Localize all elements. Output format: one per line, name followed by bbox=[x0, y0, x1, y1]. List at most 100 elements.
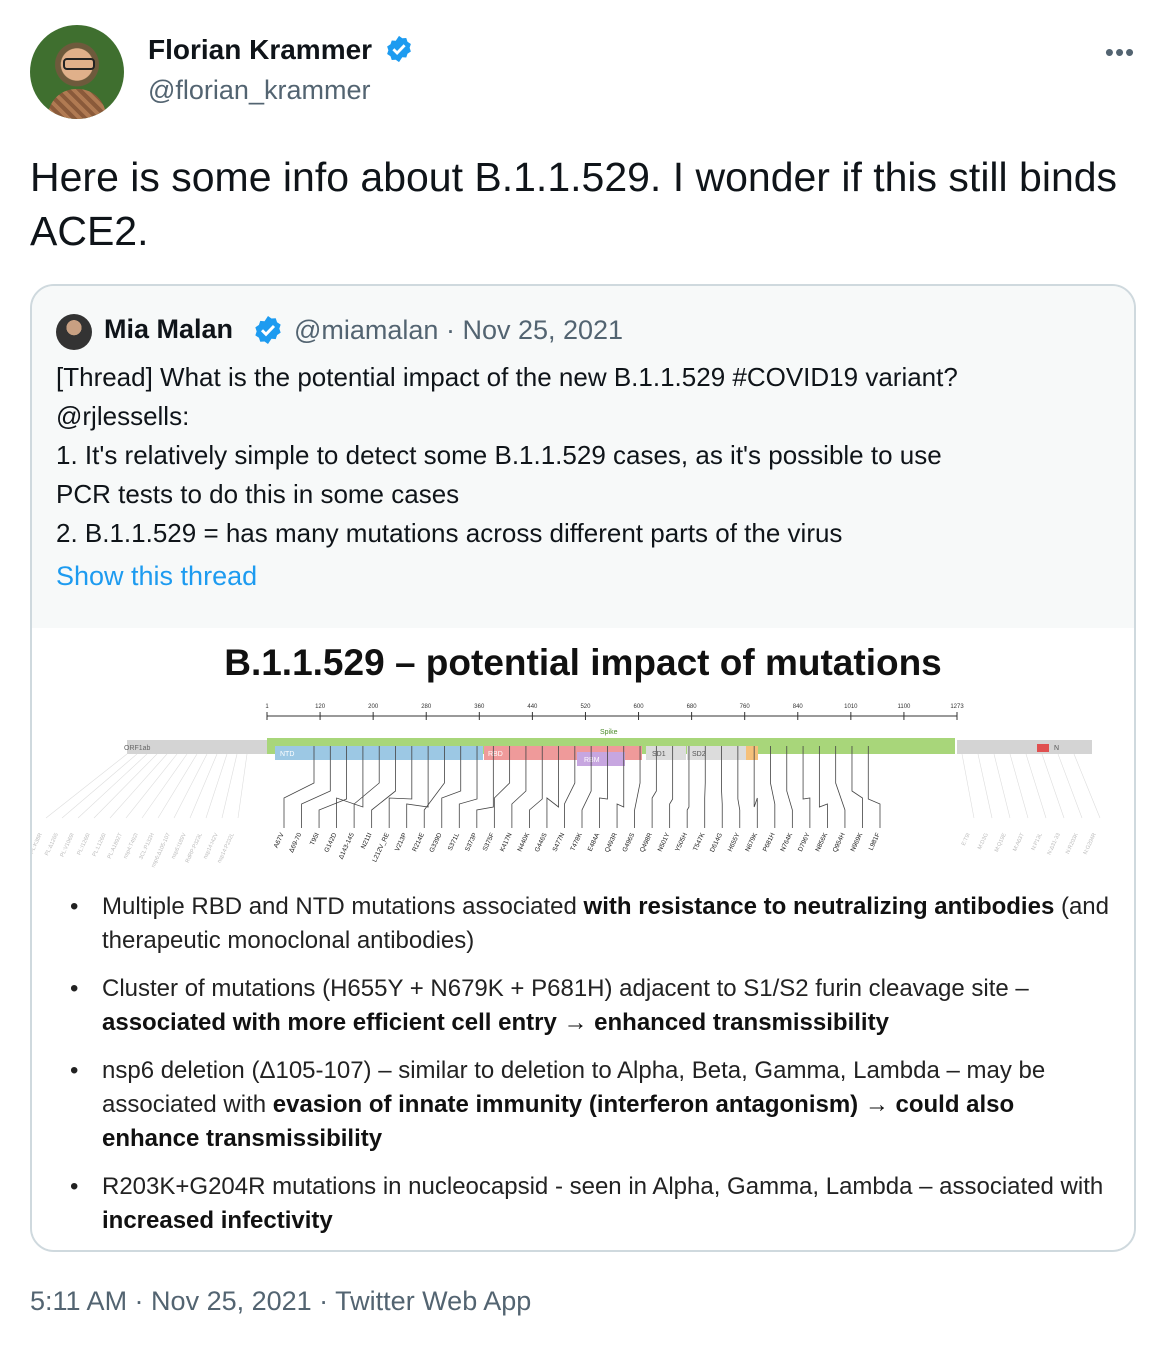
mutation-connector bbox=[867, 746, 881, 828]
avatar-glasses bbox=[63, 58, 95, 70]
mutation-connector bbox=[125, 753, 178, 819]
quoted-text-line: @rjlessells: bbox=[56, 401, 190, 431]
rbd-label: RBD bbox=[488, 751, 503, 758]
bullet-bold-text: increased infectivity bbox=[102, 1207, 333, 1234]
n-protein-label: N bbox=[1054, 745, 1059, 752]
author-avatar[interactable] bbox=[30, 25, 124, 119]
more-horizontal-icon[interactable]: ••• bbox=[1100, 37, 1140, 67]
mutation-label: Q493R bbox=[604, 832, 619, 854]
mutation-connector bbox=[770, 746, 776, 828]
s2-marker bbox=[746, 746, 758, 760]
ruler-tick-label: 280 bbox=[421, 704, 432, 710]
sd2-label: SD2 bbox=[692, 751, 706, 758]
mutation-connector bbox=[189, 753, 218, 819]
mutation-connector bbox=[157, 753, 198, 819]
mutation-label: S477N bbox=[552, 832, 567, 853]
mutation-label: S375F bbox=[482, 832, 496, 852]
mutation-connector bbox=[173, 753, 208, 819]
bullet-text: R203K+G204R mutations in nucleocapsid - … bbox=[102, 1173, 1104, 1200]
mutation-label: N:Δ31-33 bbox=[1047, 832, 1062, 856]
mutation-label: PL:Δ1265 bbox=[44, 832, 60, 856]
mutation-label: G142D bbox=[323, 832, 338, 854]
mutation-label: P681H bbox=[762, 832, 777, 853]
quoted-tweet-text-area[interactable]: Mia Malan @miamalan · Nov 25, 2021 [Thre… bbox=[32, 286, 1134, 628]
mutation-connector bbox=[961, 753, 975, 819]
bullet-bold-text: with resistance to neutralizing antibodi… bbox=[583, 893, 1055, 920]
mutation-label: N:R203K bbox=[1065, 832, 1080, 855]
mutation-connector bbox=[802, 746, 811, 828]
ruler-tick-label: 520 bbox=[580, 704, 591, 710]
mutation-label: nsp14:I42V bbox=[203, 832, 220, 860]
mutation-label: D614G bbox=[709, 832, 724, 854]
ruler-tick-label: 1010 bbox=[844, 704, 858, 710]
mutation-label: A67V bbox=[273, 831, 286, 849]
mutation-connector bbox=[1025, 753, 1047, 819]
mutation-label: N211I bbox=[360, 832, 374, 850]
bullet-text: Cluster of mutations (H655Y + N679K + P6… bbox=[102, 975, 1029, 1002]
mutation-label: M:Q19E bbox=[994, 832, 1008, 853]
author-handle[interactable]: @florian_krammer bbox=[148, 75, 370, 106]
mutation-connector bbox=[109, 753, 168, 819]
mutation-label: N764K bbox=[779, 831, 794, 853]
ruler-tick-label: 1100 bbox=[897, 704, 911, 710]
ruler-ticks: 1 120 200 280 360 440 520 600 680 760 840 1010 1100 1… bbox=[265, 704, 964, 720]
quoted-tweet[interactable]: Mia Malan @miamalan · Nov 25, 2021 [Thre… bbox=[30, 284, 1136, 1252]
ruler-tick-label: 1 bbox=[265, 704, 269, 710]
bullet-bold-text: associated with more efficient cell entr… bbox=[102, 1009, 889, 1036]
bullet-item: R203K+G204R mutations in nucleocapsid - … bbox=[66, 1170, 1116, 1238]
mutation-label: Δ69-70 bbox=[288, 832, 303, 854]
mutation-label: Q954H bbox=[832, 832, 847, 854]
mutation-label: PL:A1892T bbox=[107, 832, 124, 860]
bullet-item: Cluster of mutations (H655Y + N679K + P6… bbox=[66, 972, 1116, 1040]
bullet-text: Multiple RBD and NTD mutations associate… bbox=[102, 893, 584, 920]
mutation-map-diagram: 1 120 200 280 360 440 520 600 680 760 840 1010 1100 1… bbox=[32, 704, 1101, 869]
mutation-label: nsp14:P232L bbox=[217, 832, 236, 864]
downstream-bar bbox=[957, 740, 1092, 754]
tweet-meta[interactable]: 5:11 AM · Nov 25, 2021 · Twitter Web App bbox=[30, 1286, 531, 1317]
slide-title: B.1.1.529 – potential impact of mutation… bbox=[224, 642, 942, 683]
mutation-connector bbox=[1057, 753, 1083, 819]
author-name[interactable]: Florian Krammer bbox=[148, 34, 414, 66]
mutation-label: Q498R bbox=[639, 832, 654, 854]
mutation-label: Y505H bbox=[674, 832, 689, 853]
quoted-author-avatar bbox=[56, 314, 92, 350]
spike-label: Spike bbox=[600, 729, 618, 736]
ntd-label: NTD bbox=[280, 751, 294, 758]
tweet-text: Here is some info about B.1.1.529. I won… bbox=[30, 154, 1118, 254]
slide-image[interactable]: B.1.1.529 – potential impact of mutation… bbox=[32, 628, 1134, 1250]
mutation-label: Δ143-145 bbox=[338, 832, 356, 861]
mutation-connector bbox=[977, 753, 993, 819]
ruler-tick-label: 600 bbox=[634, 704, 645, 710]
ruler-tick-label: 760 bbox=[740, 704, 751, 710]
show-thread-link[interactable]: Show this thread bbox=[56, 561, 257, 592]
mutation-connector bbox=[1073, 753, 1101, 819]
mutation-label: N856K bbox=[814, 831, 829, 853]
ruler-tick-label: 200 bbox=[368, 704, 379, 710]
mutation-label: 3CL:P132H bbox=[138, 832, 155, 860]
mutation-label: G496S bbox=[621, 831, 636, 853]
mutation-label: G446S bbox=[534, 831, 549, 853]
mutation-connector bbox=[1009, 753, 1029, 819]
quoted-text-line: 1. It's relatively simple to detect some… bbox=[56, 440, 942, 470]
mutation-connector bbox=[851, 746, 863, 828]
mutation-label: T547K bbox=[692, 831, 707, 852]
ruler-tick-label: 360 bbox=[474, 704, 485, 710]
mutation-connector bbox=[221, 753, 238, 819]
mutation-label: PL:K38R bbox=[32, 832, 44, 855]
right-mutation-labels: E:T9I M:D3G M:Q19E M:A63T N:P13L N:Δ31-33 N:R2… bbox=[961, 753, 1101, 856]
mutation-label: PL:V1069I bbox=[60, 832, 76, 858]
mutation-label: L212V_RE bbox=[371, 831, 391, 863]
quoted-author-name: Mia Malan bbox=[104, 314, 234, 344]
ruler-tick-label: 440 bbox=[527, 704, 538, 710]
mutation-connector bbox=[786, 746, 793, 828]
mutation-label: RdRP:P323L bbox=[185, 832, 204, 864]
ruler-tick-label: 680 bbox=[687, 704, 698, 710]
ruler-tick-label: 1273 bbox=[950, 704, 964, 710]
quoted-text-line: [Thread] What is the potential impact of… bbox=[56, 362, 958, 392]
bullet-item: Multiple RBD and NTD mutations associate… bbox=[66, 890, 1116, 958]
mutation-label: G339D bbox=[429, 832, 444, 854]
quoted-text-line: 2. B.1.1.529 = has many mutations across… bbox=[56, 518, 843, 548]
quoted-verified-badge-icon bbox=[255, 316, 281, 344]
ruler-tick-label: 840 bbox=[793, 704, 804, 710]
mutation-label: K417N bbox=[499, 832, 514, 853]
